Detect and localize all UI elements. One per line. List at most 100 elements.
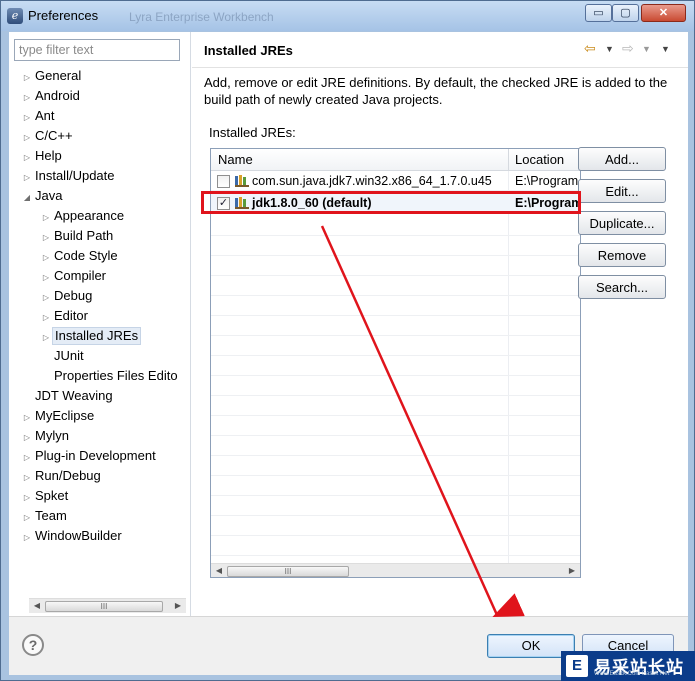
- tree-item-label: Help: [35, 148, 62, 163]
- search-jre-button[interactable]: Search...: [578, 275, 666, 299]
- collapsed-arrow-icon[interactable]: ▷: [21, 108, 33, 128]
- page-header: Installed JREs ⇦ ▼ ⇨ ▼ ▼: [192, 32, 688, 68]
- scroll-thumb[interactable]: III: [45, 601, 163, 612]
- empty-row-line: [211, 415, 580, 416]
- tree-item[interactable]: ▷ Build Path: [40, 226, 115, 246]
- tree-item[interactable]: ▷ MyEclipse: [21, 406, 96, 426]
- back-history-dropdown-icon[interactable]: ▼: [605, 44, 614, 54]
- help-icon[interactable]: ?: [22, 634, 44, 656]
- tree-item[interactable]: ▷ Compiler: [40, 266, 108, 286]
- title-bar[interactable]: e Preferences Lyra Enterprise Workbench …: [1, 1, 694, 31]
- tree-item[interactable]: ▷ C/C++: [21, 126, 75, 146]
- tree-item[interactable]: ▷ Install/Update: [21, 166, 117, 186]
- scroll-left-icon[interactable]: ◀: [29, 599, 45, 613]
- collapsed-arrow-icon[interactable]: ▷: [40, 248, 52, 268]
- collapsed-arrow-icon[interactable]: ▷: [40, 228, 52, 248]
- site-watermark: E 易采站长站 Www.Easck.Com Easck Net: [561, 651, 695, 681]
- collapsed-arrow-icon[interactable]: ▷: [21, 128, 33, 148]
- tree-item-label: Debug: [54, 288, 93, 303]
- window-title-ghost: Lyra Enterprise Workbench: [129, 10, 274, 24]
- scroll-left-icon[interactable]: ◀: [211, 564, 227, 577]
- empty-row-line: [211, 435, 580, 436]
- tree-item[interactable]: ▷ Help: [21, 146, 64, 166]
- tree-item[interactable]: ▷ Editor: [40, 306, 90, 326]
- tree-item[interactable]: ▷ Code Style: [40, 246, 120, 266]
- tree-item[interactable]: ▷ Ant: [21, 106, 57, 126]
- jre-name: com.sun.java.jdk7.win32.x86_64_1.7.0.u45: [252, 174, 492, 188]
- tree-item[interactable]: ▷ General: [21, 66, 83, 86]
- tree-item-label: Properties Files Edito: [54, 368, 178, 383]
- tree-item[interactable]: JDT Weaving: [21, 386, 115, 406]
- tree-item-label: Editor: [54, 308, 88, 323]
- collapsed-arrow-icon[interactable]: ▷: [40, 328, 52, 348]
- add-jre-button[interactable]: Add...: [578, 147, 666, 171]
- scroll-thumb[interactable]: III: [227, 566, 349, 577]
- eclipse-icon: e: [7, 8, 23, 24]
- view-menu-icon[interactable]: ▼: [661, 44, 670, 54]
- tree-horizontal-scrollbar[interactable]: ◀ III ▶: [29, 598, 186, 613]
- preferences-tree-pane: ▷General▷Android▷Ant▷C/C++▷Help▷Install/…: [9, 32, 191, 616]
- scroll-right-icon[interactable]: ▶: [170, 599, 186, 613]
- collapsed-arrow-icon[interactable]: ▷: [21, 68, 33, 88]
- collapsed-arrow-icon[interactable]: ▷: [40, 308, 52, 328]
- column-header-name[interactable]: Name: [218, 152, 253, 167]
- tree-item[interactable]: ▷ Spket: [21, 486, 70, 506]
- expanded-arrow-icon[interactable]: ◢: [21, 188, 33, 208]
- tree-item[interactable]: ◢ Java: [21, 186, 64, 206]
- tree-item[interactable]: ▷ Debug: [40, 286, 94, 306]
- installed-jres-label: Installed JREs:: [209, 125, 296, 140]
- empty-row-line: [211, 475, 580, 476]
- empty-row-line: [211, 275, 580, 276]
- tree-item[interactable]: ▷ WindowBuilder: [21, 526, 124, 546]
- tree-item[interactable]: ▷ Mylyn: [21, 426, 71, 446]
- column-header-location[interactable]: Location: [515, 152, 564, 167]
- tree-item[interactable]: Properties Files Edito: [40, 366, 180, 386]
- back-arrow-icon[interactable]: ⇦: [584, 40, 596, 57]
- collapsed-arrow-icon[interactable]: ▷: [40, 208, 52, 228]
- edit-jre-button[interactable]: Edit...: [578, 179, 666, 203]
- tree-item[interactable]: JUnit: [40, 346, 86, 366]
- preferences-window: e Preferences Lyra Enterprise Workbench …: [0, 0, 695, 681]
- tree-item-label: JUnit: [54, 348, 84, 363]
- collapsed-arrow-icon[interactable]: ▷: [40, 288, 52, 308]
- close-button[interactable]: ✕: [641, 4, 686, 22]
- collapsed-arrow-icon[interactable]: ▷: [21, 428, 33, 448]
- maximize-button[interactable]: ▢: [612, 4, 639, 22]
- collapsed-arrow-icon[interactable]: ▷: [21, 468, 33, 488]
- forward-arrow-icon[interactable]: ⇨: [622, 40, 634, 57]
- tree-item[interactable]: ▷ Android: [21, 86, 82, 106]
- column-divider[interactable]: [508, 149, 509, 171]
- collapsed-arrow-icon[interactable]: ▷: [21, 408, 33, 428]
- watermark-subtext: Www.Easck.Com Easck Net: [594, 671, 670, 677]
- tree-item[interactable]: ▷ Team: [21, 506, 69, 526]
- collapsed-arrow-icon[interactable]: ▷: [40, 268, 52, 288]
- remove-jre-button[interactable]: Remove: [578, 243, 666, 267]
- tree-item-label: Ant: [35, 108, 55, 123]
- collapsed-arrow-icon[interactable]: ▷: [21, 148, 33, 168]
- collapsed-arrow-icon[interactable]: ▷: [21, 168, 33, 188]
- jre-default-checkbox[interactable]: [217, 175, 230, 188]
- tree-item[interactable]: ▷ Run/Debug: [21, 466, 103, 486]
- minimize-button[interactable]: ▭: [585, 4, 612, 22]
- table-horizontal-scrollbar[interactable]: ◀ III ▶: [211, 563, 580, 577]
- tree-item-label: Build Path: [54, 228, 114, 243]
- tree-item-label: Android: [35, 88, 80, 103]
- window-title: Preferences: [28, 8, 99, 23]
- collapsed-arrow-icon[interactable]: ▷: [21, 88, 33, 108]
- collapsed-arrow-icon[interactable]: ▷: [21, 528, 33, 548]
- collapsed-arrow-icon[interactable]: ▷: [21, 448, 33, 468]
- tree-item-label: Spket: [35, 488, 69, 503]
- forward-history-dropdown-icon[interactable]: ▼: [642, 44, 651, 54]
- tree-item[interactable]: ▷ Installed JREs: [40, 326, 142, 348]
- tree-item[interactable]: ▷ Appearance: [40, 206, 126, 226]
- filter-input[interactable]: [14, 39, 180, 61]
- tree-item[interactable]: ▷ Plug-in Development: [21, 446, 158, 466]
- collapsed-arrow-icon[interactable]: ▷: [21, 488, 33, 508]
- collapsed-arrow-icon[interactable]: ▷: [21, 508, 33, 528]
- tree-item-label: MyEclipse: [35, 408, 95, 423]
- page-title: Installed JREs: [204, 43, 293, 58]
- jre-row[interactable]: com.sun.java.jdk7.win32.x86_64_1.7.0.u45…: [211, 171, 580, 191]
- scroll-right-icon[interactable]: ▶: [564, 564, 580, 577]
- empty-row-line: [211, 335, 580, 336]
- duplicate-jre-button[interactable]: Duplicate...: [578, 211, 666, 235]
